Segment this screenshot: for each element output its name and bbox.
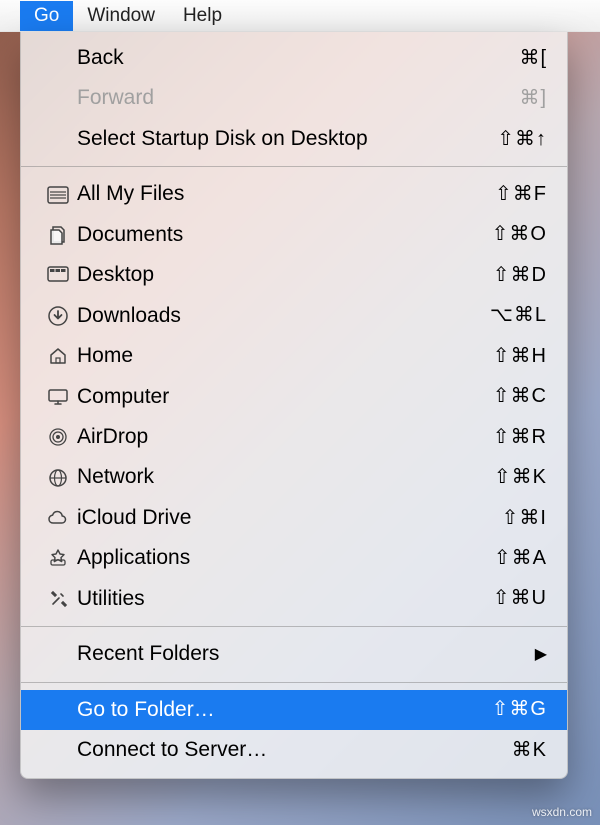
menu-network-shortcut: ⇧⌘K <box>494 463 547 492</box>
menu-select-startup-disk-shortcut: ⇧⌘↑ <box>497 125 547 154</box>
cloud-icon <box>43 510 73 526</box>
go-dropdown: Back ⌘[ Forward ⌘] Select Startup Disk o… <box>20 32 568 779</box>
menu-downloads-shortcut: ⌥⌘L <box>490 301 547 330</box>
separator <box>21 166 567 167</box>
menu-go-to-folder-label: Go to Folder… <box>43 695 492 725</box>
menu-downloads[interactable]: Downloads ⌥⌘L <box>21 296 567 336</box>
airdrop-icon <box>43 427 73 447</box>
menu-applications-shortcut: ⇧⌘A <box>494 544 547 573</box>
menu-forward: Forward ⌘] <box>21 78 567 118</box>
menu-network-label: Network <box>77 462 494 492</box>
menubar-window-label: Window <box>87 5 155 26</box>
menu-desktop-shortcut: ⇧⌘D <box>493 261 547 290</box>
utilities-icon <box>43 589 73 609</box>
menu-computer-label: Computer <box>77 382 493 412</box>
menu-recent-folders[interactable]: Recent Folders ▶ <box>21 634 567 674</box>
menu-computer-shortcut: ⇧⌘C <box>493 382 547 411</box>
menu-computer[interactable]: Computer ⇧⌘C <box>21 377 567 417</box>
menu-applications-label: Applications <box>77 543 494 573</box>
menu-all-my-files-label: All My Files <box>77 179 495 209</box>
menu-downloads-label: Downloads <box>77 301 490 331</box>
watermark: wsxdn.com <box>532 805 592 819</box>
menu-desktop[interactable]: Desktop ⇧⌘D <box>21 255 567 295</box>
documents-icon <box>43 225 73 245</box>
menu-all-my-files-shortcut: ⇧⌘F <box>495 180 547 209</box>
menu-icloud-drive-shortcut: ⇧⌘I <box>502 504 547 533</box>
menu-airdrop-label: AirDrop <box>77 422 493 452</box>
menubar: Go Window Help <box>0 0 600 32</box>
menu-forward-shortcut: ⌘] <box>519 84 547 113</box>
menu-home-label: Home <box>77 341 493 371</box>
menu-connect-to-server-shortcut: ⌘K <box>512 736 547 765</box>
menu-back-label: Back <box>43 43 519 73</box>
desktop-icon <box>43 266 73 284</box>
menu-documents-shortcut: ⇧⌘O <box>492 220 547 249</box>
menu-icloud-drive[interactable]: iCloud Drive ⇧⌘I <box>21 498 567 538</box>
separator <box>21 682 567 683</box>
menu-home-shortcut: ⇧⌘H <box>493 342 547 371</box>
menu-home[interactable]: Home ⇧⌘H <box>21 336 567 376</box>
menu-back-shortcut: ⌘[ <box>519 44 547 73</box>
computer-icon <box>43 388 73 406</box>
applications-icon <box>43 548 73 568</box>
menu-connect-to-server-label: Connect to Server… <box>43 735 512 765</box>
home-icon <box>43 346 73 366</box>
menu-desktop-label: Desktop <box>77 260 493 290</box>
menu-all-my-files[interactable]: All My Files ⇧⌘F <box>21 174 567 214</box>
network-icon <box>43 468 73 488</box>
menubar-go[interactable]: Go <box>20 1 73 31</box>
menu-back[interactable]: Back ⌘[ <box>21 38 567 78</box>
menu-airdrop[interactable]: AirDrop ⇧⌘R <box>21 417 567 457</box>
menu-documents[interactable]: Documents ⇧⌘O <box>21 215 567 255</box>
menubar-window[interactable]: Window <box>73 1 169 31</box>
menubar-help[interactable]: Help <box>169 1 236 31</box>
all-my-files-icon <box>43 186 73 204</box>
menu-airdrop-shortcut: ⇧⌘R <box>493 423 547 452</box>
menu-go-to-folder[interactable]: Go to Folder… ⇧⌘G <box>21 690 567 730</box>
menu-network[interactable]: Network ⇧⌘K <box>21 457 567 497</box>
submenu-arrow-icon: ▶ <box>535 643 547 666</box>
menu-utilities-shortcut: ⇧⌘U <box>493 584 547 613</box>
menu-forward-label: Forward <box>43 83 519 113</box>
menu-icloud-drive-label: iCloud Drive <box>77 503 502 533</box>
menu-select-startup-disk-label: Select Startup Disk on Desktop <box>43 124 497 154</box>
menubar-help-label: Help <box>183 5 222 26</box>
menu-connect-to-server[interactable]: Connect to Server… ⌘K <box>21 730 567 770</box>
downloads-icon <box>43 306 73 326</box>
menu-go-to-folder-shortcut: ⇧⌘G <box>492 695 547 724</box>
menu-utilities-label: Utilities <box>77 584 493 614</box>
menu-recent-folders-label: Recent Folders <box>43 639 535 669</box>
menu-documents-label: Documents <box>77 220 492 250</box>
menu-applications[interactable]: Applications ⇧⌘A <box>21 538 567 578</box>
menubar-go-label: Go <box>34 5 59 26</box>
menu-utilities[interactable]: Utilities ⇧⌘U <box>21 579 567 619</box>
separator <box>21 626 567 627</box>
menu-select-startup-disk[interactable]: Select Startup Disk on Desktop ⇧⌘↑ <box>21 119 567 159</box>
